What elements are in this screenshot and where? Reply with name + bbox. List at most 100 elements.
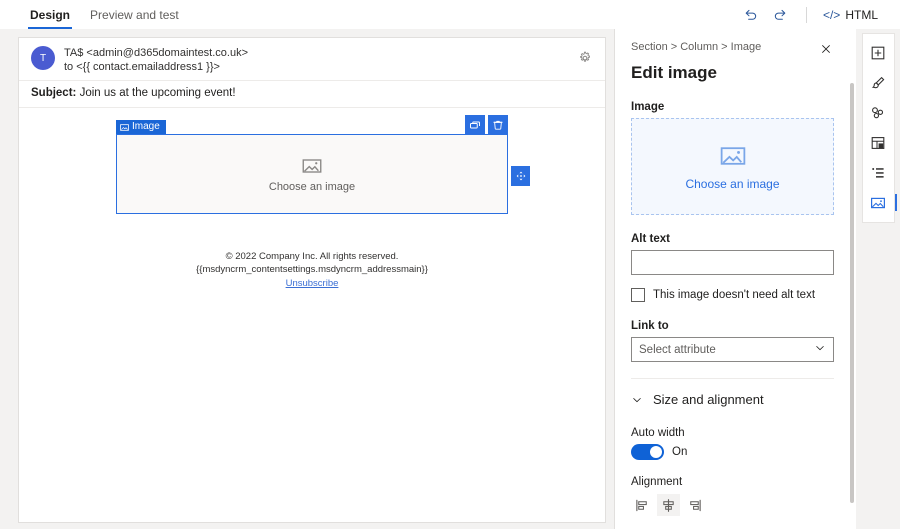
tool-rail	[856, 29, 900, 529]
elements-icon	[870, 105, 886, 121]
no-alt-text-checkbox[interactable]	[631, 288, 645, 302]
panel-header: Section > Column > Image	[631, 41, 834, 57]
brush-icon	[870, 75, 886, 91]
close-icon	[820, 43, 832, 55]
image-block-tag[interactable]: Image	[116, 120, 166, 134]
align-center-button[interactable]	[657, 494, 680, 516]
alignment-button-group	[631, 494, 834, 516]
rail-elements-button[interactable]	[863, 98, 894, 128]
avatar: T	[31, 46, 55, 70]
rail-add-element-button[interactable]	[863, 38, 894, 68]
tab-design-label: Design	[30, 8, 70, 22]
move-block-handle[interactable]	[511, 166, 530, 186]
email-from-line: TA$ <admin@d365domaintest.co.uk>	[64, 46, 248, 60]
image-icon	[301, 156, 323, 176]
image-block-actions	[465, 115, 508, 134]
properties-panel: Section > Column > Image Edit image Imag…	[614, 29, 856, 529]
image-dropzone[interactable]: Choose an image	[631, 118, 834, 215]
email-to-line: to <{{ contact.emailaddress1 }}>	[64, 60, 248, 74]
align-right-icon	[687, 498, 702, 513]
avatar-initial: T	[40, 53, 46, 64]
toggle-knob	[650, 446, 662, 458]
image-block-placeholder[interactable]: Choose an image	[116, 134, 508, 214]
image-dropzone-label: Choose an image	[685, 177, 779, 191]
html-view-label: HTML	[845, 8, 878, 22]
link-to-label: Link to	[631, 320, 834, 332]
email-canvas-area: T TA$ <admin@d365domaintest.co.uk> to <{…	[0, 29, 614, 529]
code-icon: </>	[823, 8, 840, 22]
image-field-label: Image	[631, 101, 834, 113]
chevron-down-icon	[814, 342, 826, 357]
subject-prefix-label: Subject:	[31, 87, 76, 99]
redo-icon	[773, 7, 788, 22]
delete-block-button[interactable]	[488, 115, 508, 134]
tab-preview-and-test[interactable]: Preview and test	[80, 0, 189, 29]
auto-width-row: On	[631, 444, 834, 460]
section-size-and-alignment-label: Size and alignment	[653, 392, 764, 407]
undo-icon	[743, 7, 758, 22]
footer-address-token: {{msdyncrm_contentsettings.msdyncrm_addr…	[19, 263, 605, 276]
duplicate-block-button[interactable]	[465, 115, 485, 134]
main-tabs: Design Preview and test	[0, 0, 189, 29]
email-body: Image	[19, 108, 605, 290]
email-footer: © 2022 Company Inc. All rights reserved.…	[19, 250, 605, 290]
properties-panel-scroll: Section > Column > Image Edit image Imag…	[615, 29, 850, 529]
html-view-button[interactable]: </> HTML	[819, 8, 882, 22]
email-sender-row: T TA$ <admin@d365domaintest.co.uk> to <{…	[31, 46, 595, 74]
alt-text-label: Alt text	[631, 233, 834, 245]
rail-image-button[interactable]	[863, 188, 894, 218]
image-block-placeholder-label: Choose an image	[269, 181, 355, 193]
panel-scrollbar[interactable]	[850, 83, 854, 503]
link-to-select[interactable]: Select attribute	[631, 337, 834, 362]
page-title: Edit image	[631, 63, 834, 83]
top-toolbar: Design Preview and test </> HTML	[0, 0, 900, 29]
alt-text-input[interactable]	[631, 250, 834, 275]
image-icon	[718, 143, 748, 169]
toolbar-actions: </> HTML	[738, 0, 900, 29]
undo-button[interactable]	[738, 3, 764, 27]
align-center-icon	[661, 498, 676, 513]
redo-button[interactable]	[768, 3, 794, 27]
content-list-icon	[870, 165, 886, 181]
move-icon	[515, 170, 527, 182]
auto-width-toggle[interactable]	[631, 444, 664, 460]
subject-value: Join us at the upcoming event!	[80, 87, 236, 99]
section-size-and-alignment-header[interactable]: Size and alignment	[631, 379, 834, 411]
close-panel-button[interactable]	[818, 41, 834, 57]
email-settings-button[interactable]	[575, 48, 595, 68]
add-element-icon	[870, 45, 886, 61]
rail-layout-button[interactable]	[863, 128, 894, 158]
unsubscribe-link[interactable]: Unsubscribe	[286, 277, 339, 290]
tab-preview-and-test-label: Preview and test	[90, 8, 179, 22]
alignment-label: Alignment	[631, 476, 834, 488]
email-address-lines: TA$ <admin@d365domaintest.co.uk> to <{{ …	[64, 46, 248, 74]
trash-icon	[492, 119, 504, 131]
image-block-tag-label: Image	[132, 120, 160, 134]
auto-width-label: Auto width	[631, 427, 834, 439]
footer-copyright: © 2022 Company Inc. All rights reserved.	[19, 250, 605, 263]
image-icon	[120, 123, 129, 132]
rail-content-list-button[interactable]	[863, 158, 894, 188]
email-subject-row: Subject: Join us at the upcoming event!	[19, 81, 605, 108]
gear-icon	[578, 51, 592, 65]
tab-design[interactable]: Design	[20, 0, 80, 29]
breadcrumb[interactable]: Section > Column > Image	[631, 41, 818, 53]
duplicate-icon	[469, 119, 481, 131]
toolbar-divider	[806, 7, 807, 23]
no-alt-text-label: This image doesn't need alt text	[653, 289, 815, 301]
link-to-value: Select attribute	[639, 344, 716, 356]
align-right-button[interactable]	[683, 494, 706, 516]
email-canvas[interactable]: T TA$ <admin@d365domaintest.co.uk> to <{…	[18, 37, 606, 523]
image-icon	[870, 195, 886, 211]
rail-brush-button[interactable]	[863, 68, 894, 98]
chevron-down-icon	[631, 394, 643, 406]
tool-rail-card	[862, 33, 895, 223]
auto-width-state: On	[672, 446, 687, 458]
image-block[interactable]: Image	[116, 134, 508, 214]
email-header: T TA$ <admin@d365domaintest.co.uk> to <{…	[19, 38, 605, 81]
align-left-icon	[635, 498, 650, 513]
no-alt-text-checkbox-row[interactable]: This image doesn't need alt text	[631, 288, 834, 302]
align-left-button[interactable]	[631, 494, 654, 516]
layout-icon	[870, 135, 886, 151]
workspace: T TA$ <admin@d365domaintest.co.uk> to <{…	[0, 29, 900, 529]
